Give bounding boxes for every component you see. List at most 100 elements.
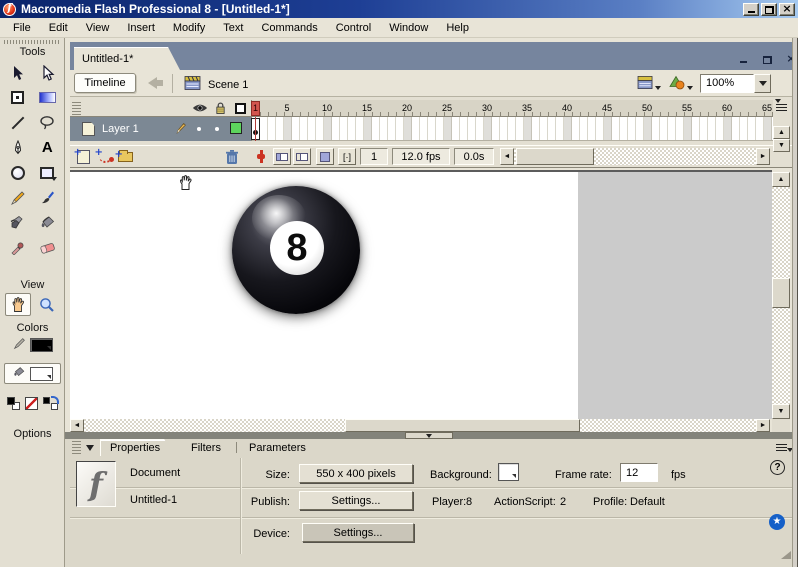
- menu-text[interactable]: Text: [214, 19, 252, 37]
- zoom-tool-icon[interactable]: [34, 293, 60, 316]
- line-tool-icon[interactable]: [5, 111, 31, 134]
- ink-bottle-tool-icon[interactable]: [5, 211, 31, 234]
- onion-skin-outlines-button[interactable]: [293, 148, 311, 165]
- layer-frames-track[interactable]: [252, 117, 773, 141]
- stage-scroll-down-button[interactable]: ▼: [772, 404, 790, 419]
- fill-color-swatch[interactable]: [30, 366, 53, 381]
- eyedropper-tool-icon[interactable]: [5, 236, 31, 259]
- properties-tabrow: Properties Filters Parameters: [70, 439, 793, 456]
- background-color-swatch[interactable]: [498, 463, 519, 481]
- gradient-transform-tool-icon[interactable]: [34, 86, 60, 109]
- timeline-scroll-left-button[interactable]: ◄: [500, 148, 514, 165]
- tab-parameters[interactable]: Parameters: [240, 439, 320, 456]
- back-arrow-icon[interactable]: [148, 77, 163, 89]
- panel-collapse-button[interactable]: [405, 432, 453, 439]
- zoom-level-combobox[interactable]: 100%: [700, 74, 754, 93]
- tools-panel-gripper[interactable]: [4, 40, 60, 44]
- menu-commands[interactable]: Commands: [252, 19, 326, 37]
- zoom-level-value: 100%: [706, 77, 735, 89]
- eraser-tool-icon[interactable]: [34, 236, 60, 259]
- stage-scroll-left-button[interactable]: ◄: [70, 419, 84, 432]
- tab-properties[interactable]: Properties: [100, 439, 174, 456]
- timeline-gripper[interactable]: [72, 102, 81, 115]
- hand-tool-icon[interactable]: [4, 293, 31, 316]
- show-hide-all-layers-button[interactable]: [192, 101, 208, 115]
- menu-edit[interactable]: Edit: [40, 19, 77, 37]
- edit-symbols-button[interactable]: [668, 74, 693, 90]
- properties-collapse-icon[interactable]: [86, 445, 94, 451]
- layer-lock-toggle[interactable]: [215, 127, 219, 131]
- document-restore-button[interactable]: [760, 51, 774, 64]
- show-all-layers-as-outlines-button[interactable]: [232, 101, 248, 115]
- timeline-scroll-up-button[interactable]: ▲: [773, 126, 790, 139]
- size-button[interactable]: 550 x 400 pixels: [299, 464, 413, 483]
- close-button[interactable]: ×: [779, 2, 795, 16]
- stage-scroll-right-button[interactable]: ►: [756, 419, 770, 432]
- properties-row-divider: [70, 517, 792, 518]
- document-tab[interactable]: Untitled-1*: [74, 47, 180, 70]
- publish-settings-button[interactable]: Settings...: [299, 491, 413, 510]
- edit-scene-button[interactable]: [637, 75, 661, 90]
- modify-onion-markers-button[interactable]: [·]: [338, 148, 356, 165]
- selection-tool-icon[interactable]: [5, 61, 31, 84]
- ruler-number: 35: [521, 103, 532, 113]
- document-minimize-button[interactable]: [736, 51, 750, 63]
- layer-visibility-toggle[interactable]: [197, 127, 201, 131]
- swap-colors-button[interactable]: [43, 396, 59, 410]
- timeline-toggle-button[interactable]: Timeline: [74, 73, 136, 93]
- delete-layer-button[interactable]: [223, 148, 241, 165]
- eight-ball-object[interactable]: 8: [232, 186, 360, 314]
- stage-scroll-up-button[interactable]: ▲: [772, 172, 790, 187]
- default-colors-button[interactable]: [7, 397, 20, 410]
- properties-options-menu-icon[interactable]: [776, 443, 793, 452]
- menu-insert[interactable]: Insert: [118, 19, 164, 37]
- pencil-tool-icon[interactable]: [5, 186, 31, 209]
- menu-file[interactable]: File: [4, 19, 40, 37]
- timeline-scroll-down-button[interactable]: ▼: [773, 139, 790, 152]
- minimize-button[interactable]: [743, 2, 759, 16]
- accessibility-icon[interactable]: ★: [769, 514, 785, 530]
- panel-resize-handle[interactable]: [781, 551, 791, 559]
- onion-skin-button[interactable]: [273, 148, 291, 165]
- menu-window[interactable]: Window: [380, 19, 437, 37]
- paint-bucket-tool-icon[interactable]: [34, 211, 60, 234]
- tab-filters[interactable]: Filters: [182, 439, 235, 456]
- add-motion-guide-button[interactable]: +: [95, 147, 114, 165]
- zoom-level-dropdown-button[interactable]: [754, 74, 771, 93]
- insert-layer-button[interactable]: +: [74, 147, 92, 165]
- device-settings-button[interactable]: Settings...: [302, 523, 414, 542]
- lock-all-layers-button[interactable]: [212, 101, 228, 115]
- no-color-button[interactable]: [25, 397, 38, 410]
- edit-multiple-frames-button[interactable]: [316, 148, 334, 165]
- stroke-color-swatch[interactable]: [29, 338, 53, 352]
- menu-control[interactable]: Control: [327, 19, 380, 37]
- frame-rate-input[interactable]: [620, 463, 658, 482]
- frame-rate-display[interactable]: 12.0 fps: [392, 148, 450, 165]
- subselection-tool-icon[interactable]: [34, 61, 60, 84]
- rectangle-tool-icon[interactable]: [34, 161, 60, 184]
- layer-outline-color-swatch[interactable]: [230, 122, 242, 134]
- center-frame-button[interactable]: [255, 148, 267, 165]
- lasso-tool-icon[interactable]: [34, 111, 60, 134]
- stage-hscrollbar-thumb[interactable]: [345, 419, 580, 432]
- free-transform-tool-icon[interactable]: [5, 86, 31, 109]
- timeline-scroll-right-button[interactable]: ►: [756, 148, 770, 165]
- menu-modify[interactable]: Modify: [164, 19, 214, 37]
- text-tool-icon[interactable]: A: [34, 136, 60, 159]
- layer-row[interactable]: Layer 1: [70, 117, 251, 141]
- background-label: Background:: [430, 469, 492, 481]
- properties-gripper[interactable]: [72, 441, 81, 454]
- playhead[interactable]: 1: [251, 101, 260, 116]
- help-icon[interactable]: ?: [770, 460, 785, 475]
- restore-button[interactable]: [761, 2, 777, 16]
- menu-view[interactable]: View: [77, 19, 119, 37]
- pen-tool-icon[interactable]: [5, 136, 31, 159]
- insert-layer-folder-button[interactable]: +: [115, 148, 134, 165]
- stage-vscrollbar-thumb[interactable]: [772, 278, 790, 308]
- profile-label: Profile:: [593, 496, 628, 508]
- menu-help[interactable]: Help: [437, 19, 478, 37]
- timeline-scrollbar-thumb[interactable]: [516, 148, 594, 165]
- oval-tool-icon[interactable]: [5, 161, 31, 184]
- flash-app-icon[interactable]: f: [3, 2, 16, 16]
- brush-tool-icon[interactable]: [34, 186, 60, 209]
